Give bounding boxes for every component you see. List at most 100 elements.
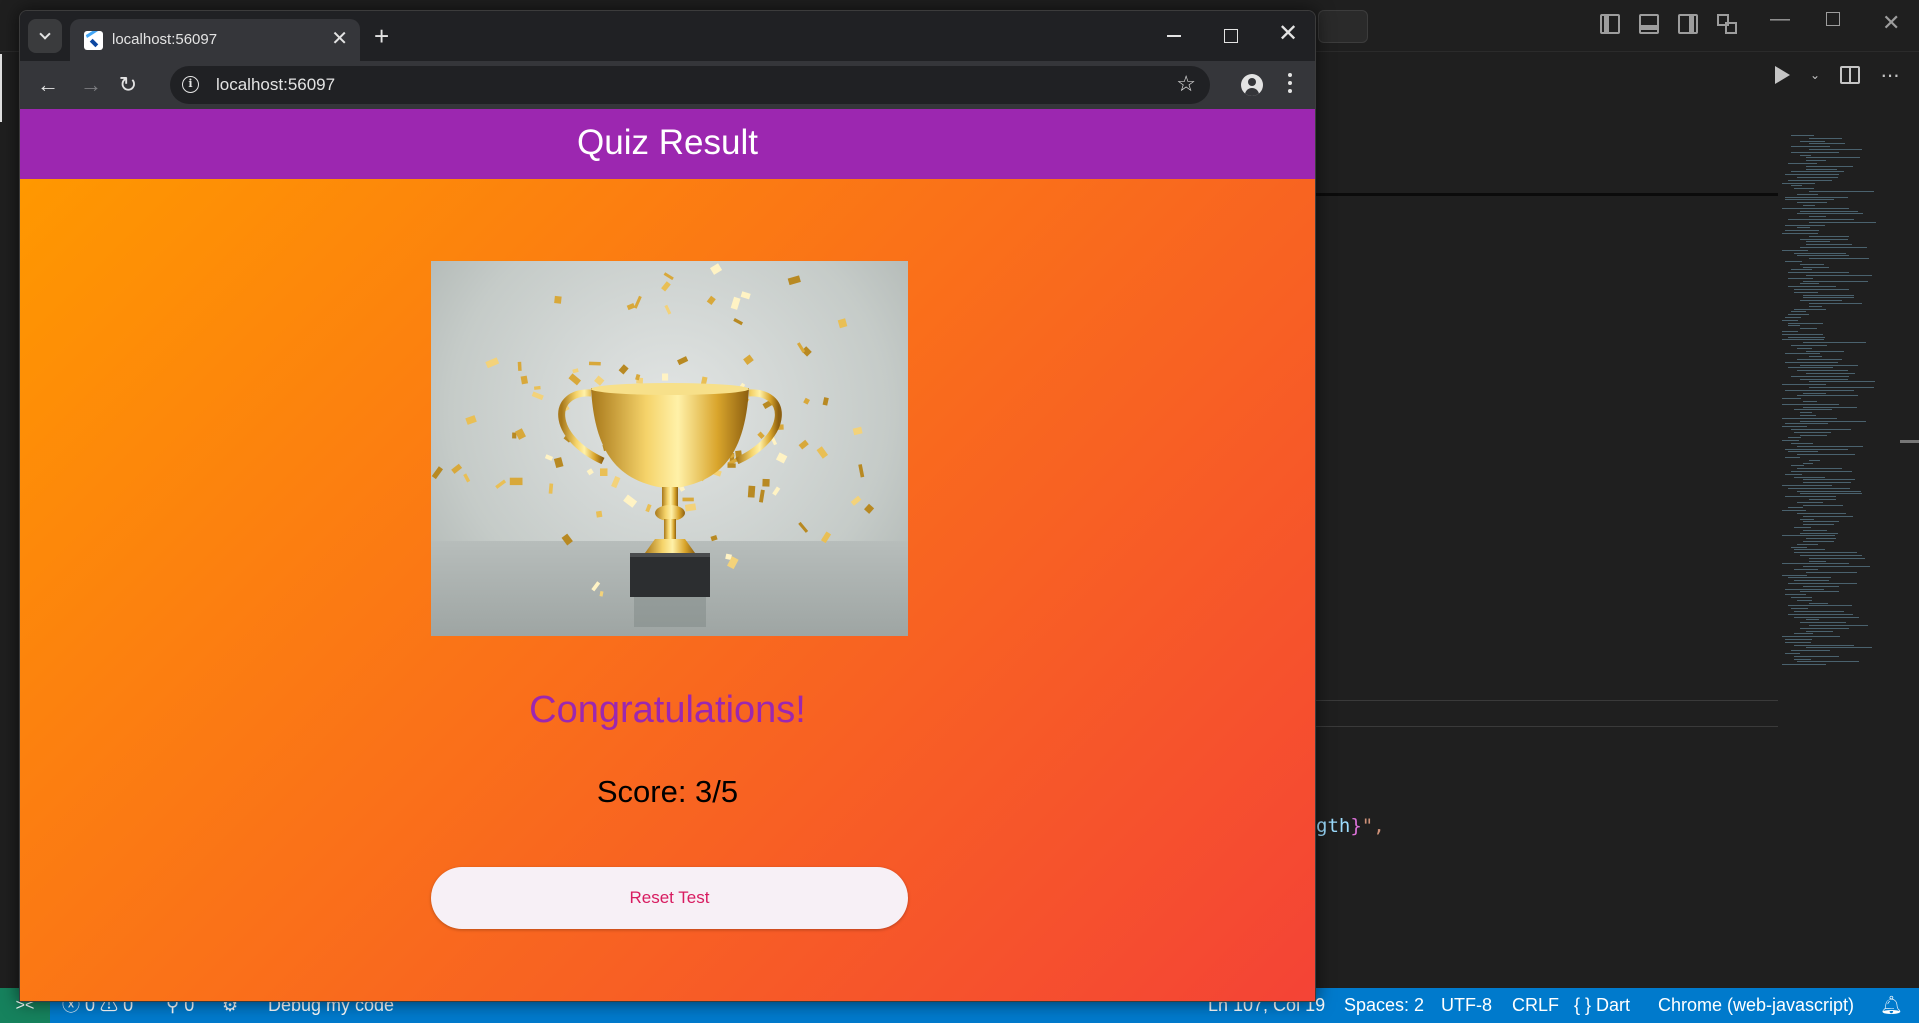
tab-close-icon[interactable]: ✕ (331, 27, 348, 51)
toggle-secondary-sidebar-icon[interactable] (1678, 14, 1698, 34)
minimap-line (1809, 459, 1820, 461)
minimap-line (1785, 639, 1812, 640)
minimap-line (1782, 319, 1799, 321)
minimap-line (1788, 163, 1818, 164)
minimap-line (1800, 591, 1839, 593)
minimap-line (1794, 611, 1844, 612)
device-selector[interactable]: Chrome (web-javascript) (1658, 988, 1854, 1023)
trophy-illustration (431, 263, 875, 627)
minimap-line (1785, 317, 1801, 318)
minimap-line (1806, 165, 1854, 167)
minimap-line (1785, 594, 1806, 596)
confetti-piece (512, 432, 517, 439)
minimap-line (1797, 193, 1818, 195)
vscode-close-icon[interactable]: ✕ (1882, 10, 1900, 36)
minimap-line (1791, 597, 1813, 598)
toggle-panel-icon[interactable] (1639, 14, 1659, 34)
more-menu-icon[interactable] (1288, 73, 1292, 97)
minimap-line (1797, 445, 1864, 447)
split-editor-icon[interactable] (1840, 66, 1861, 84)
minimap-line (1803, 266, 1830, 268)
back-icon[interactable]: ← (30, 67, 66, 103)
run-icon[interactable] (1775, 66, 1790, 84)
info-icon[interactable]: i (182, 76, 199, 93)
minimap-line (1794, 252, 1846, 254)
confetti-piece (663, 272, 674, 281)
address-bar[interactable]: i localhost:56097 ☆ (170, 66, 1210, 104)
editor-scrollbar-thumb[interactable] (1900, 440, 1919, 443)
minimap-line (1806, 168, 1837, 170)
code-fragment[interactable]: gth}", (1316, 815, 1385, 837)
minimap-line (1791, 185, 1803, 187)
toggle-primary-sidebar-icon[interactable] (1600, 14, 1620, 34)
reset-test-button[interactable]: Reset Test (431, 867, 908, 929)
minimap-line (1800, 555, 1862, 556)
notification-bell-icon[interactable]: 🔔︎ (1880, 988, 1903, 1023)
confetti-piece (850, 495, 862, 506)
minimap-line (1797, 227, 1811, 229)
minimap-line (1797, 370, 1849, 372)
chrome-maximize-icon[interactable] (1224, 29, 1238, 43)
confetti-piece (816, 446, 829, 459)
minimap-line (1806, 160, 1826, 162)
minimap-line (1791, 650, 1830, 652)
confetti-piece (553, 457, 564, 469)
bookmark-star-icon[interactable]: ☆ (1176, 71, 1196, 97)
minimap-line (1788, 219, 1854, 220)
encoding[interactable]: UTF-8 (1441, 988, 1492, 1023)
profile-icon[interactable] (1241, 74, 1263, 96)
confetti-piece (561, 533, 573, 546)
indentation[interactable]: Spaces: 2 (1344, 988, 1424, 1023)
minimap[interactable] (1778, 135, 1898, 675)
quiz-result-app: Quiz Result Congratulations! Score: 3/5 … (20, 109, 1315, 1001)
minimap-line (1806, 619, 1820, 621)
tab-search-icon[interactable] (28, 19, 62, 53)
minimap-line (1788, 487, 1850, 489)
minimap-line (1791, 465, 1804, 467)
chrome-close-icon[interactable]: ✕ (1278, 19, 1298, 49)
minimap-line (1797, 661, 1860, 663)
minimap-line (1809, 235, 1849, 237)
minimap-line (1806, 244, 1852, 246)
activity-bar-active-indicator (0, 54, 2, 122)
confetti-piece (572, 368, 579, 374)
minimap-line (1782, 207, 1849, 209)
minimap-line (1785, 423, 1829, 425)
vscode-maximize-icon[interactable] (1826, 12, 1840, 26)
minimap-line (1791, 151, 1840, 153)
minimap-line (1800, 622, 1847, 624)
trophy-image (431, 261, 908, 636)
minimap-line (1806, 241, 1831, 243)
run-dropdown-icon[interactable]: ⌄ (1810, 68, 1820, 82)
command-center[interactable] (1318, 10, 1368, 43)
language-mode[interactable]: { } Dart (1574, 988, 1630, 1023)
minimap-line (1809, 381, 1876, 383)
minimap-line (1794, 580, 1830, 582)
minimap-line (1797, 490, 1862, 492)
more-actions-icon[interactable]: ··· (1880, 62, 1900, 88)
chrome-window: localhost:56097 ✕ + ✕ ← → ↻ i localhost:… (19, 10, 1316, 1002)
minimap-line (1800, 532, 1839, 534)
minimap-line (1809, 303, 1863, 304)
forward-icon[interactable]: → (73, 67, 109, 103)
minimap-line (1788, 577, 1832, 579)
minimap-line (1791, 146, 1830, 148)
new-tab-icon[interactable]: + (374, 21, 389, 51)
minimap-line (1794, 644, 1855, 646)
browser-tab[interactable]: localhost:56097 ✕ (70, 19, 360, 61)
minimap-line (1806, 538, 1837, 540)
customize-layout-icon[interactable] (1717, 14, 1737, 34)
reload-icon[interactable]: ↻ (110, 67, 146, 103)
minimap-line (1782, 426, 1807, 428)
line-ending[interactable]: CRLF (1512, 988, 1559, 1023)
minimap-line (1800, 627, 1850, 629)
chrome-minimize-icon[interactable] (1167, 35, 1181, 37)
vscode-minimize-icon[interactable]: — (1770, 8, 1790, 31)
confetti-piece (798, 439, 809, 450)
confetti-piece (682, 497, 694, 502)
minimap-line (1782, 398, 1801, 400)
confetti-piece (514, 428, 526, 440)
minimap-line (1809, 143, 1845, 145)
url-text[interactable]: localhost:56097 (216, 75, 335, 95)
minimap-line (1782, 339, 1825, 341)
